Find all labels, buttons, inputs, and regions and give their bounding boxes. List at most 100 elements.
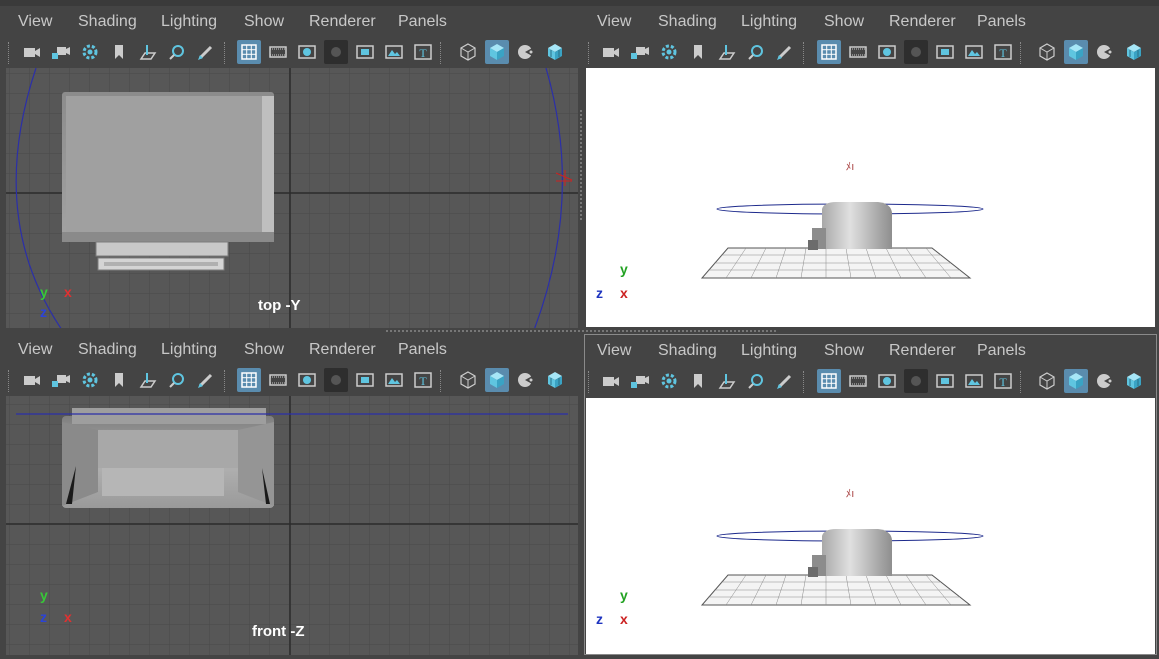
- viewport-persp[interactable]: ﾒı y z x: [586, 398, 1155, 654]
- menu-renderer[interactable]: Renderer: [889, 13, 956, 31]
- wireframe-icon[interactable]: [1035, 40, 1059, 64]
- film-gate-icon[interactable]: [846, 40, 870, 64]
- camera-settings-icon[interactable]: [78, 368, 102, 392]
- smooth-shade-icon[interactable]: [485, 40, 509, 64]
- menu-shading[interactable]: Shading: [658, 342, 717, 360]
- gate-mask-icon[interactable]: [324, 368, 348, 392]
- menu-lighting[interactable]: Lighting: [741, 13, 797, 31]
- menu-renderer[interactable]: Renderer: [309, 13, 376, 31]
- film-gate-icon[interactable]: [266, 368, 290, 392]
- textured-icon[interactable]: [543, 40, 567, 64]
- menu-lighting[interactable]: Lighting: [161, 13, 217, 31]
- menu-show[interactable]: Show: [824, 13, 864, 31]
- menu-panels[interactable]: Panels: [398, 341, 447, 359]
- bookmark-icon[interactable]: [107, 40, 131, 64]
- pan-zoom-icon[interactable]: [744, 369, 768, 393]
- safe-action-icon[interactable]: [382, 368, 406, 392]
- safe-action-icon[interactable]: [382, 40, 406, 64]
- textured-icon[interactable]: [1122, 40, 1146, 64]
- menu-shading[interactable]: Shading: [78, 341, 137, 359]
- menu-panels[interactable]: Panels: [398, 13, 447, 31]
- panel-splitter-horizontal[interactable]: [386, 330, 776, 334]
- camera-lock-icon[interactable]: [628, 369, 652, 393]
- safe-action-icon[interactable]: [962, 369, 986, 393]
- pan-zoom-icon[interactable]: [744, 40, 768, 64]
- smooth-shade-icon[interactable]: [1064, 40, 1088, 64]
- image-plane-icon[interactable]: [136, 40, 160, 64]
- camera-lock-icon[interactable]: [49, 40, 73, 64]
- menu-panels[interactable]: Panels: [977, 342, 1026, 360]
- camera-icon[interactable]: [20, 40, 44, 64]
- bookmark-icon[interactable]: [686, 369, 710, 393]
- wireframe-icon[interactable]: [1035, 369, 1059, 393]
- default-lighting-icon[interactable]: [514, 368, 538, 392]
- image-plane-icon[interactable]: [715, 369, 739, 393]
- safe-action-icon[interactable]: [962, 40, 986, 64]
- bookmark-icon[interactable]: [107, 368, 131, 392]
- menu-shading[interactable]: Shading: [658, 13, 717, 31]
- textured-icon[interactable]: [1122, 369, 1146, 393]
- pan-zoom-icon[interactable]: [165, 40, 189, 64]
- viewport-front[interactable]: y z x front -Z: [6, 396, 578, 655]
- panel-splitter-vertical[interactable]: [580, 110, 584, 220]
- field-chart-icon[interactable]: [933, 369, 957, 393]
- viewport-persp[interactable]: ﾒı y z x: [586, 68, 1155, 327]
- resolution-gate-icon[interactable]: [875, 40, 899, 64]
- menu-lighting[interactable]: Lighting: [161, 341, 217, 359]
- grid-icon[interactable]: [237, 368, 261, 392]
- menu-renderer[interactable]: Renderer: [309, 341, 376, 359]
- safe-title-icon[interactable]: T: [991, 369, 1015, 393]
- menu-lighting[interactable]: Lighting: [741, 342, 797, 360]
- camera-icon[interactable]: [599, 40, 623, 64]
- resolution-gate-icon[interactable]: [295, 40, 319, 64]
- resolution-gate-icon[interactable]: [295, 368, 319, 392]
- grease-pencil-icon[interactable]: [773, 40, 797, 64]
- camera-settings-icon[interactable]: [78, 40, 102, 64]
- menu-panels[interactable]: Panels: [977, 13, 1026, 31]
- camera-settings-icon[interactable]: [657, 40, 681, 64]
- camera-icon[interactable]: [20, 368, 44, 392]
- resolution-gate-icon[interactable]: [875, 369, 899, 393]
- image-plane-icon[interactable]: [136, 368, 160, 392]
- wireframe-icon[interactable]: [456, 40, 480, 64]
- grid-icon[interactable]: [817, 369, 841, 393]
- menu-view[interactable]: View: [18, 13, 52, 31]
- field-chart-icon[interactable]: [353, 368, 377, 392]
- wireframe-icon[interactable]: [456, 368, 480, 392]
- grid-icon[interactable]: [237, 40, 261, 64]
- menu-shading[interactable]: Shading: [78, 13, 137, 31]
- field-chart-icon[interactable]: [933, 40, 957, 64]
- camera-lock-icon[interactable]: [628, 40, 652, 64]
- image-plane-icon[interactable]: [715, 40, 739, 64]
- pan-zoom-icon[interactable]: [165, 368, 189, 392]
- grease-pencil-icon[interactable]: [194, 368, 218, 392]
- menu-show[interactable]: Show: [244, 341, 284, 359]
- grid-icon[interactable]: [817, 40, 841, 64]
- smooth-shade-icon[interactable]: [485, 368, 509, 392]
- gate-mask-icon[interactable]: [904, 40, 928, 64]
- menu-show[interactable]: Show: [824, 342, 864, 360]
- menu-view[interactable]: View: [597, 13, 631, 31]
- gate-mask-icon[interactable]: [904, 369, 928, 393]
- bookmark-icon[interactable]: [686, 40, 710, 64]
- viewport-top[interactable]: y x z top -Y: [6, 68, 578, 328]
- default-lighting-icon[interactable]: [1093, 40, 1117, 64]
- grease-pencil-icon[interactable]: [194, 40, 218, 64]
- textured-icon[interactable]: [543, 368, 567, 392]
- safe-title-icon[interactable]: T: [411, 40, 435, 64]
- safe-title-icon[interactable]: T: [411, 368, 435, 392]
- camera-lock-icon[interactable]: [49, 368, 73, 392]
- safe-title-icon[interactable]: T: [991, 40, 1015, 64]
- menu-view[interactable]: View: [597, 342, 631, 360]
- camera-icon[interactable]: [599, 369, 623, 393]
- default-lighting-icon[interactable]: [514, 40, 538, 64]
- gate-mask-icon[interactable]: [324, 40, 348, 64]
- camera-settings-icon[interactable]: [657, 369, 681, 393]
- menu-renderer[interactable]: Renderer: [889, 342, 956, 360]
- film-gate-icon[interactable]: [846, 369, 870, 393]
- default-lighting-icon[interactable]: [1093, 369, 1117, 393]
- menu-show[interactable]: Show: [244, 13, 284, 31]
- smooth-shade-icon[interactable]: [1064, 369, 1088, 393]
- menu-view[interactable]: View: [18, 341, 52, 359]
- grease-pencil-icon[interactable]: [773, 369, 797, 393]
